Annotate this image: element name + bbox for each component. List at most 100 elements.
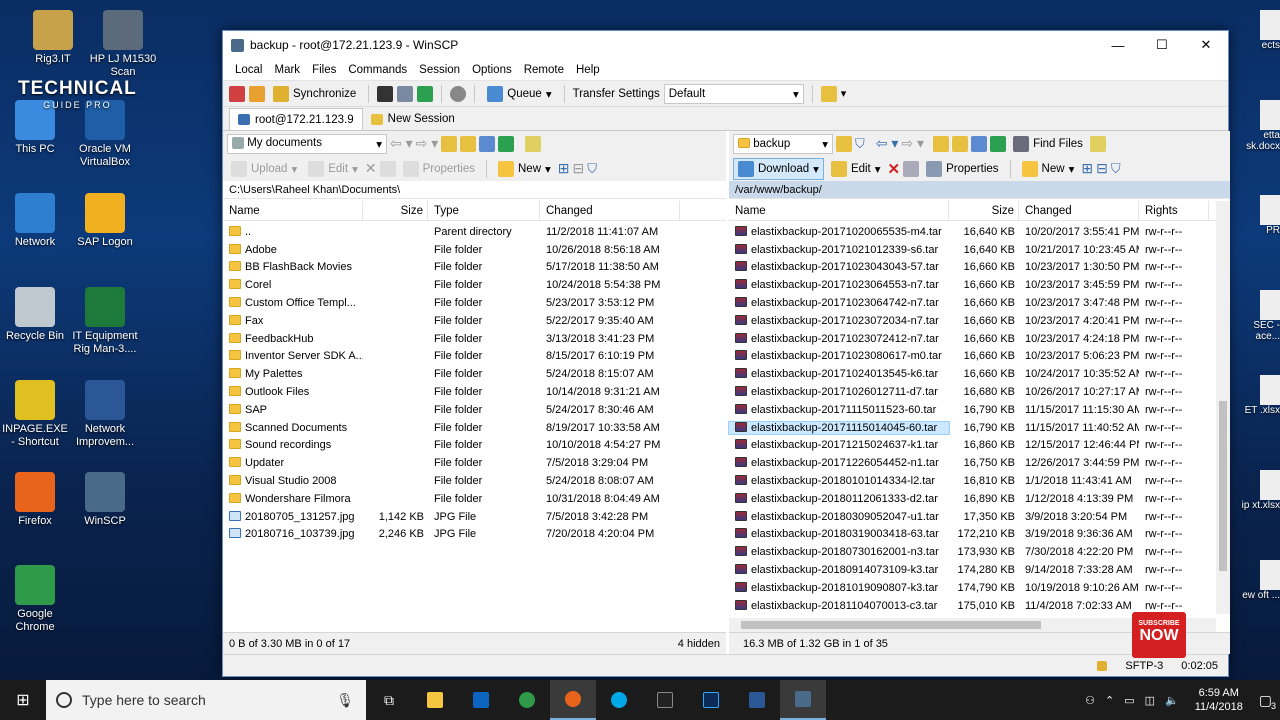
remote-properties-button[interactable]: Properties <box>922 159 1002 179</box>
table-row[interactable]: elastixbackup-20180101014334-l2.tar 16,81… <box>729 472 1216 490</box>
remote-new-button[interactable]: New ▾ <box>1018 159 1079 179</box>
table-row[interactable]: elastixbackup-20171023064742-n7.tar 16,66… <box>729 294 1216 312</box>
desktop-icon[interactable]: IT Equipment Rig Man-3.... <box>70 287 140 356</box>
outlook-icon[interactable] <box>458 680 504 720</box>
table-row[interactable]: elastixbackup-20171024013545-k6.tar 16,66… <box>729 365 1216 383</box>
winscp-taskbar-icon[interactable] <box>780 680 826 720</box>
menu-local[interactable]: Local <box>229 64 269 76</box>
back-arrow-icon[interactable]: ⇦ ▾ <box>876 135 899 152</box>
forward-arrow-icon[interactable]: ⇨ ▾ <box>901 135 924 152</box>
notifications-icon[interactable]: ▢ 3 <box>1259 692 1276 711</box>
compare-icon[interactable] <box>229 85 245 102</box>
word-icon[interactable] <box>734 680 780 720</box>
clock[interactable]: 6:59 AM 11/4/2018 <box>1189 686 1249 714</box>
col-size[interactable]: Size <box>949 200 1019 221</box>
table-row[interactable]: 20180716_103739.jpg 2,246 KB JPG File 7/20/… <box>223 526 726 544</box>
rename-icon[interactable] <box>379 160 396 177</box>
maximize-button[interactable]: ☐ <box>1140 31 1184 59</box>
table-row[interactable]: SAP File folder 5/24/2017 8:30:46 AM <box>223 401 726 419</box>
table-row[interactable]: elastixbackup-20171215024637-k1.tar 16,86… <box>729 437 1216 455</box>
table-row[interactable]: elastixbackup-20180730162001-n3.tar 173,9… <box>729 543 1216 561</box>
delete-icon[interactable]: ✕ <box>888 160 901 178</box>
volume-icon[interactable]: 🔈 <box>1165 694 1179 707</box>
file-explorer-icon[interactable] <box>412 680 458 720</box>
desktop-icon-partial[interactable]: ects <box>1232 10 1280 51</box>
desktop-icon-partial[interactable]: PR <box>1232 195 1280 236</box>
col-name[interactable]: Name <box>223 200 363 221</box>
select-all-plus-icon[interactable]: ⊞ <box>558 160 570 177</box>
transfer-settings-select[interactable]: Default ▾ <box>663 83 804 104</box>
start-button[interactable]: ⊞ <box>0 680 46 720</box>
local-properties-button[interactable]: Properties <box>399 159 479 179</box>
table-row[interactable]: Outlook Files File folder 10/14/2018 9:31:… <box>223 383 726 401</box>
desktop-icon-partial[interactable]: ip xt.xlsx <box>1232 470 1280 511</box>
local-location-select[interactable]: My documents ▾ <box>227 133 387 154</box>
table-row[interactable]: Sound recordings File folder 10/10/2018 4:… <box>223 437 726 455</box>
table-row[interactable]: elastixbackup-20181019090807-k3.tar 174,7… <box>729 579 1216 597</box>
desktop-icon[interactable]: Rig3.IT <box>18 10 88 66</box>
chevron-down-icon[interactable]: ▾ <box>841 87 847 100</box>
filter-icon[interactable] <box>525 135 542 152</box>
taskbar-search[interactable]: Type here to search 🎙 <box>46 680 366 720</box>
parent-dir-icon[interactable] <box>441 135 458 152</box>
queue-button[interactable]: Queue ▾ <box>483 84 555 104</box>
close-button[interactable]: ✕ <box>1184 31 1228 59</box>
open-folder-icon[interactable] <box>836 135 852 152</box>
table-row[interactable]: Updater File folder 7/5/2018 3:29:04 PM <box>223 454 726 472</box>
delete-icon[interactable]: ✕ <box>365 160 377 177</box>
menu-help[interactable]: Help <box>570 64 606 76</box>
table-row[interactable]: elastixbackup-20171026012711-d7.tar 16,68… <box>729 383 1216 401</box>
local-new-button[interactable]: New ▾ <box>494 159 555 179</box>
desktop-icon[interactable]: Network <box>0 193 70 249</box>
back-arrow-icon[interactable]: ⇦ ▾ <box>390 135 413 152</box>
table-row[interactable]: elastixbackup-20180309052047-u1.tar 17,35… <box>729 508 1216 526</box>
find-files-button[interactable]: Find Files <box>1009 134 1087 154</box>
desktop-icon-partial[interactable]: etta sk.docx <box>1232 100 1280 152</box>
desktop-icon[interactable]: Firefox <box>0 472 70 528</box>
upload-button[interactable]: Upload ▾ <box>227 159 301 179</box>
refresh-icon[interactable] <box>417 85 434 102</box>
parent-dir-icon[interactable] <box>933 135 950 152</box>
col-changed[interactable]: Changed <box>1019 200 1139 221</box>
scrollbar-thumb[interactable] <box>741 621 1041 629</box>
table-row[interactable]: FeedbackHub File folder 3/13/2018 3:41:23 … <box>223 330 726 348</box>
menu-options[interactable]: Options <box>466 64 518 76</box>
photoshop-icon[interactable] <box>688 680 734 720</box>
table-row[interactable]: Custom Office Templ... File folder 5/23/20… <box>223 294 726 312</box>
deselect-minus-icon[interactable]: ⊟ <box>573 160 585 177</box>
filter-funnel-icon[interactable]: ⛉ <box>587 161 597 177</box>
table-row[interactable]: elastixbackup-20180112061333-d2.tar 16,89… <box>729 490 1216 508</box>
chrome-icon[interactable] <box>504 680 550 720</box>
battery-icon[interactable]: ▭ <box>1124 694 1134 707</box>
deselect-minus-icon[interactable]: ⊟ <box>1096 160 1108 177</box>
forward-arrow-icon[interactable]: ⇨ ▾ <box>416 135 439 152</box>
tab-session[interactable]: root@172.21.123.9 <box>229 108 363 130</box>
filter-icon[interactable] <box>1089 135 1106 152</box>
transfer-presets-icon[interactable] <box>820 85 837 102</box>
filter-funnel-icon[interactable]: ⛉ <box>1111 161 1121 177</box>
root-dir-icon[interactable] <box>460 135 477 152</box>
desktop-icon[interactable]: HP LJ M1530 Scan <box>88 10 158 79</box>
table-row[interactable]: elastixbackup-20171023072412-n7.tar 16,66… <box>729 330 1216 348</box>
table-row[interactable]: elastixbackup-20171115014045-60.tar 16,79… <box>728 419 1216 437</box>
col-size[interactable]: Size <box>363 200 428 221</box>
putty-icon[interactable] <box>397 85 414 102</box>
tab-new-session[interactable]: New Session <box>362 108 463 130</box>
scrollbar-thumb[interactable] <box>1219 401 1227 571</box>
firefox-icon[interactable] <box>550 680 596 720</box>
local-edit-button[interactable]: Edit ▾ <box>304 159 362 179</box>
menu-session[interactable]: Session <box>413 64 466 76</box>
home-icon[interactable] <box>479 135 496 152</box>
chevron-up-icon[interactable]: ⌃ <box>1105 694 1114 707</box>
task-view-icon[interactable]: ⧉ <box>366 680 412 720</box>
table-row[interactable]: elastixbackup-20180914073109-k3.tar 174,2… <box>729 561 1216 579</box>
desktop-icon-partial[interactable]: SEC - ace... <box>1232 290 1280 342</box>
table-row[interactable]: Wondershare Filmora File folder 10/31/2018… <box>223 490 726 508</box>
desktop-icon-partial[interactable]: ew oft ... <box>1232 560 1280 601</box>
table-row[interactable]: 20180705_131257.jpg 1,142 KB JPG File 7/5/2… <box>223 508 726 526</box>
root-dir-icon[interactable] <box>952 135 969 152</box>
desktop-icon[interactable]: Recycle Bin <box>0 287 70 343</box>
console-icon[interactable] <box>377 85 394 102</box>
download-button[interactable]: Download ▾ <box>733 157 824 180</box>
table-row[interactable]: BB FlashBack Movies File folder 5/17/2018 … <box>223 259 726 277</box>
